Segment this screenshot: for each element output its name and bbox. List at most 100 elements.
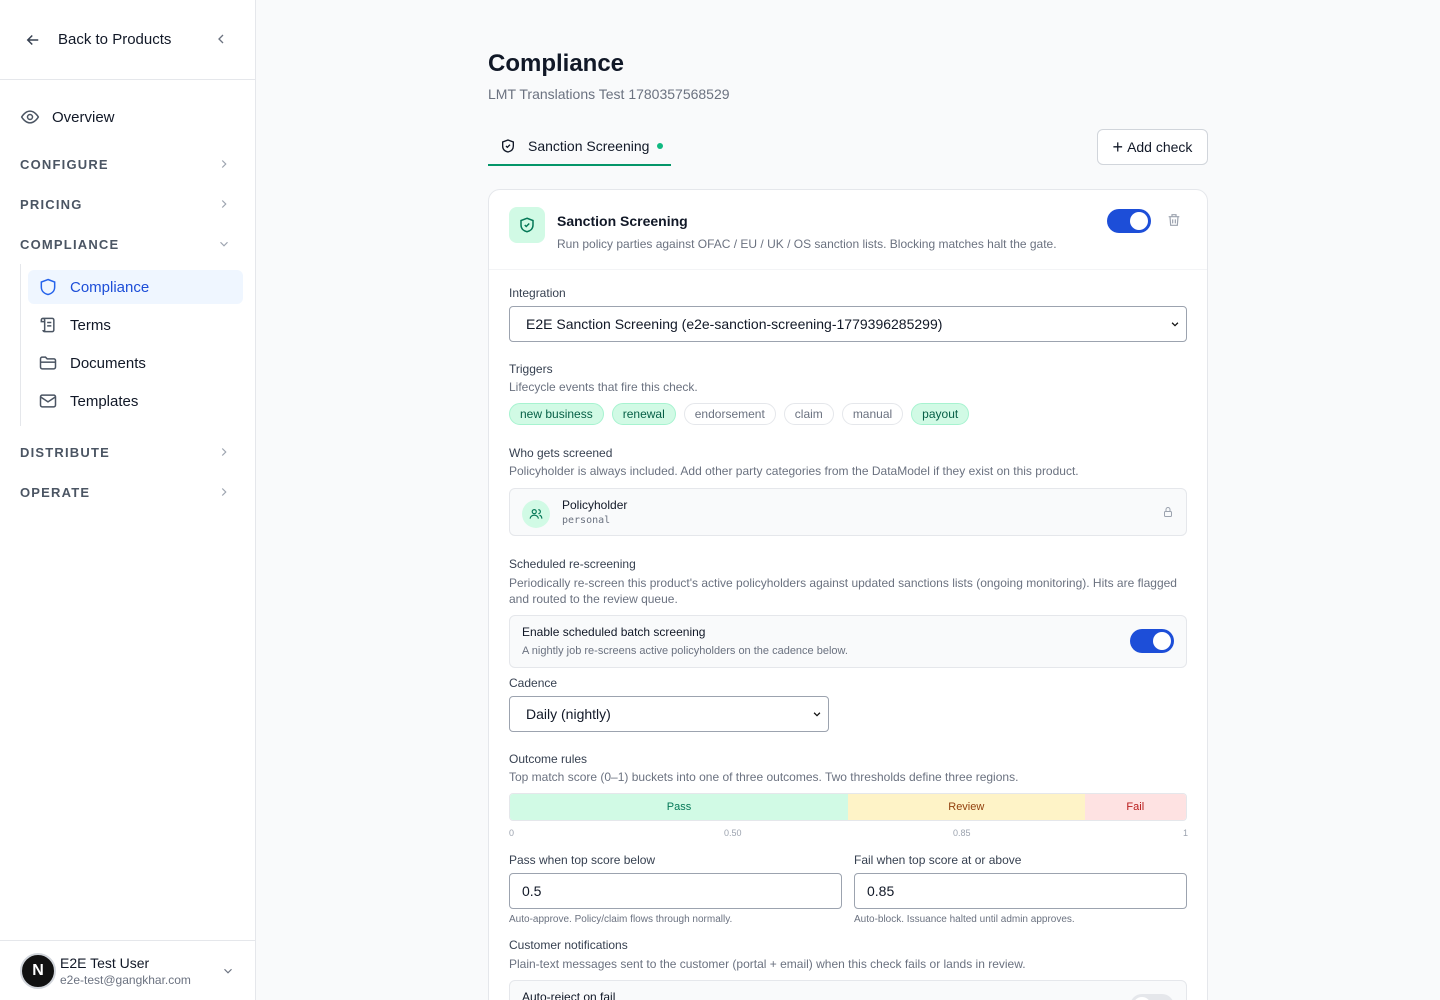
cadence-select[interactable]: Daily (nightly)	[509, 696, 829, 732]
auto-reject-label: Auto-reject on fail	[522, 990, 616, 1000]
fail-threshold-help: Auto-block. Issuance halted until admin …	[854, 914, 1075, 925]
check-enabled-toggle[interactable]	[1107, 209, 1151, 233]
chevron-down-icon	[220, 241, 228, 247]
batch-screening-toggle[interactable]	[1130, 629, 1174, 653]
tab-sanction-screening[interactable]: Sanction Screening	[488, 128, 671, 166]
tick-0: 0	[509, 828, 515, 838]
batch-title: Enable scheduled batch screening	[522, 625, 706, 639]
mail-icon	[39, 394, 57, 408]
lock-icon	[1164, 507, 1172, 517]
pass-threshold-input[interactable]: 0.5	[509, 873, 842, 909]
user-menu[interactable]: N E2E Test User e2e-test@gangkhar.com	[0, 940, 255, 1000]
auto-reject-toggle[interactable]	[1130, 994, 1174, 1000]
back-to-products-link[interactable]: Back to Products	[0, 0, 255, 80]
sidebar-item-label: Terms	[70, 316, 111, 334]
plus-icon: +	[1112, 137, 1124, 157]
section-operate[interactable]: OPERATE	[0, 472, 255, 512]
chevron-right-icon	[221, 160, 227, 168]
folder-icon	[39, 356, 57, 370]
outcome-help: Top match score (0–1) buckets into one o…	[509, 770, 1019, 784]
batch-screening-row: Enable scheduled batch screening A night…	[509, 615, 1187, 668]
users-icon	[522, 500, 550, 528]
section-distribute[interactable]: DISTRIBUTE	[0, 432, 255, 472]
party-policyholder: Policyholder personal	[509, 488, 1187, 536]
sidebar: Back to Products Overview CONFIGURE PRIC…	[0, 0, 256, 1000]
integration-value: E2E Sanction Screening (e2e-sanction-scr…	[526, 316, 943, 332]
trigger-chip-endorsement[interactable]: endorsement	[683, 403, 776, 425]
who-help: Policyholder is always included. Add oth…	[509, 464, 1079, 478]
sidebar-item-label: Templates	[70, 392, 139, 410]
sidebar-item-terms[interactable]: Terms	[28, 308, 243, 342]
notifications-label: Customer notifications	[509, 938, 628, 952]
trigger-chip-new-business[interactable]: new business	[509, 403, 604, 425]
sanction-screening-card: Sanction Screening Run policy parties ag…	[488, 189, 1208, 1000]
back-label: Back to Products	[58, 31, 172, 48]
eye-icon	[20, 110, 40, 124]
card-description: Run policy parties against OFAC / EU / U…	[557, 237, 1057, 251]
band-fail: Fail	[1084, 794, 1186, 820]
trigger-chip-payout[interactable]: payout	[911, 403, 970, 425]
status-dot	[657, 143, 664, 149]
integration-label: Integration	[509, 286, 566, 300]
sidebar-item-templates[interactable]: Templates	[28, 384, 243, 418]
add-check-button[interactable]: + Add check	[1097, 129, 1208, 165]
check-type-badge	[509, 207, 545, 243]
trigger-chip-renewal[interactable]: renewal	[611, 403, 676, 425]
compliance-subnav: Compliance Terms Documents Templates	[20, 264, 255, 426]
section-label: CONFIGURE	[20, 156, 109, 172]
collapse-sidebar-icon[interactable]	[213, 31, 229, 47]
page-subtitle: LMT Translations Test 1780357568529	[488, 86, 730, 102]
batch-description: A nightly job re-screens active policyho…	[522, 645, 848, 657]
triggers-label: Triggers	[509, 362, 553, 376]
tick-085: 0.85	[953, 828, 971, 838]
fail-threshold-label: Fail when top score at or above	[854, 853, 1022, 867]
trigger-chip-claim[interactable]: claim	[783, 403, 834, 425]
trigger-chips: new business renewal endorsement claim m…	[509, 403, 970, 425]
sidebar-item-documents[interactable]: Documents	[28, 346, 243, 380]
chevron-right-icon	[221, 488, 227, 496]
scroll-icon	[40, 317, 55, 333]
sidebar-item-label: Compliance	[70, 278, 150, 296]
chevron-down-icon	[224, 968, 232, 974]
tab-label: Sanction Screening	[528, 138, 650, 154]
section-label: DISTRIBUTE	[20, 444, 110, 460]
outcome-label: Outcome rules	[509, 752, 588, 766]
chevron-down-icon	[1171, 322, 1179, 327]
user-info: E2E Test User e2e-test@gangkhar.com	[60, 955, 221, 987]
triggers-help: Lifecycle events that fire this check.	[509, 380, 698, 394]
chevron-right-icon	[221, 448, 227, 456]
page-title: Compliance	[488, 50, 625, 77]
card-header: Sanction Screening Run policy parties ag…	[489, 190, 1207, 270]
sidebar-nav: Overview CONFIGURE PRICING COMPLIANCE Co…	[0, 80, 255, 512]
section-label: PRICING	[20, 196, 83, 212]
trash-icon[interactable]	[1166, 212, 1182, 228]
pass-threshold-help: Auto-approve. Policy/claim flows through…	[509, 914, 733, 925]
trigger-chip-manual[interactable]: manual	[841, 403, 904, 425]
shield-check-icon	[520, 217, 534, 233]
rescreen-help: Periodically re-screen this product's ac…	[509, 576, 1177, 606]
shield-check-icon	[502, 139, 514, 153]
integration-select[interactable]: E2E Sanction Screening (e2e-sanction-scr…	[509, 306, 1187, 342]
card-title: Sanction Screening	[557, 213, 688, 229]
cadence-label: Cadence	[509, 676, 558, 690]
section-configure[interactable]: CONFIGURE	[0, 144, 255, 184]
user-name: E2E Test User	[60, 954, 150, 971]
shield-icon	[40, 278, 56, 296]
sidebar-item-label: Documents	[70, 354, 146, 372]
band-pass: Pass	[510, 794, 848, 820]
sidebar-item-overview[interactable]: Overview	[0, 98, 255, 136]
cadence-value: Daily (nightly)	[526, 706, 611, 722]
add-check-label: Add check	[1127, 139, 1193, 155]
fail-threshold-input[interactable]: 0.85	[854, 873, 1187, 909]
party-name: Policyholder	[562, 498, 628, 512]
user-email: e2e-test@gangkhar.com	[60, 972, 191, 987]
section-compliance[interactable]: COMPLIANCE	[0, 224, 255, 264]
auto-reject-row: Auto-reject on fail	[509, 980, 1187, 1000]
tick-1: 1	[1183, 828, 1189, 838]
band-review: Review	[848, 794, 1085, 820]
sidebar-item-compliance[interactable]: Compliance	[28, 270, 243, 304]
section-label: COMPLIANCE	[20, 236, 120, 252]
rescreen-label: Scheduled re-screening	[509, 557, 636, 571]
section-pricing[interactable]: PRICING	[0, 184, 255, 224]
chevron-down-icon	[813, 712, 821, 717]
